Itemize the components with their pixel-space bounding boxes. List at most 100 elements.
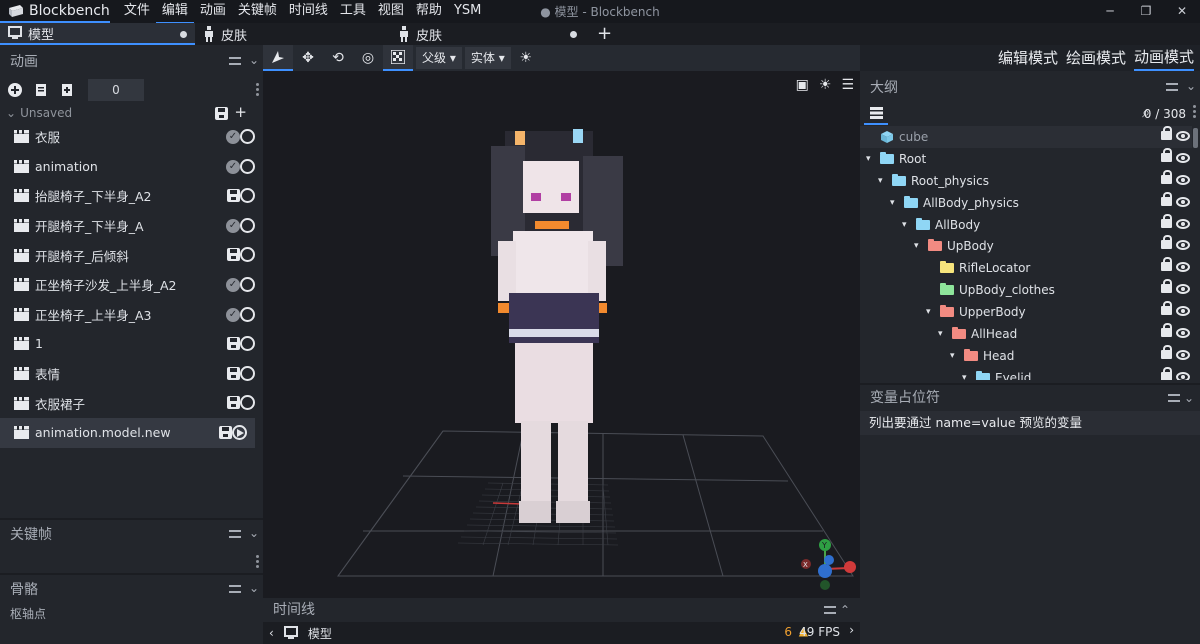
eye-icon[interactable] (1176, 349, 1190, 360)
eye-icon[interactable] (1176, 174, 1190, 185)
lock-icon[interactable] (1161, 257, 1172, 272)
menu-icon[interactable] (228, 57, 241, 65)
minimize-icon[interactable]: ─ (1092, 0, 1128, 23)
mode-animate-button[interactable]: 动画模式 (1133, 45, 1194, 71)
warning-count[interactable]: 6 (784, 625, 792, 639)
animation-list-item[interactable]: 正坐椅子_上半身_A3 ✓ (0, 300, 263, 330)
lock-icon[interactable] (1161, 344, 1172, 359)
chevron-down-icon[interactable]: ▾ (890, 198, 902, 208)
outliner-scrollbar[interactable] (1193, 128, 1198, 148)
add-icon[interactable]: + (234, 105, 247, 120)
3d-viewport[interactable]: Y X ▣ ☀ ☰ (263, 71, 860, 598)
outliner-row[interactable]: cube (860, 126, 1192, 148)
lock-icon[interactable] (1161, 301, 1172, 316)
menu-icon[interactable] (1168, 394, 1181, 402)
eye-icon[interactable] (1176, 306, 1190, 317)
translate-tool-button[interactable]: ✥ (293, 45, 323, 71)
menu-tools[interactable]: 工具 (334, 0, 372, 24)
restore-icon[interactable]: ❐ (1128, 0, 1164, 23)
outliner-row[interactable]: ▾ Eyelid (860, 366, 1192, 380)
animation-list-item[interactable]: 抬腿椅子_下半身_A2 (0, 181, 263, 211)
chevron-down-icon[interactable]: ▾ (866, 154, 878, 164)
animation-list-item[interactable]: 衣服裙子 (0, 388, 263, 418)
more-options-icon[interactable] (256, 83, 259, 98)
lock-icon[interactable] (1161, 147, 1172, 162)
chevron-down-icon[interactable]: ▾ (878, 176, 890, 186)
animation-list-item[interactable]: 开腿椅子_后倾斜 (0, 240, 263, 270)
lock-icon[interactable] (1161, 366, 1172, 380)
animation-list-item[interactable]: animation ✓ (0, 152, 263, 182)
eye-icon[interactable] (1176, 218, 1190, 229)
radio-button[interactable] (240, 276, 255, 292)
eye-icon[interactable] (1176, 328, 1190, 339)
save-all-icon[interactable] (215, 107, 229, 120)
save-icon[interactable] (227, 366, 240, 380)
chevron-down-icon[interactable]: ▾ (902, 220, 914, 230)
chevron-down-icon[interactable]: ▾ (938, 329, 950, 339)
menu-keyframe[interactable]: 关键帧 (232, 0, 283, 24)
eye-icon[interactable] (1176, 371, 1190, 380)
menu-edit[interactable]: 编辑 (155, 0, 194, 24)
pivot-tool-button[interactable]: ◎ (353, 45, 383, 71)
parent-space-dropdown[interactable]: 父级 ▾ (416, 47, 462, 69)
chevron-down-icon[interactable]: ▾ (926, 307, 938, 317)
chevron-left-icon[interactable]: ‹ (269, 626, 274, 640)
save-icon[interactable] (227, 189, 240, 203)
radio-button[interactable] (240, 306, 255, 322)
grid-snap-button[interactable] (383, 45, 413, 71)
eye-icon[interactable] (1176, 240, 1190, 251)
chevron-up-icon[interactable]: ⌃ (840, 603, 850, 617)
save-icon[interactable] (227, 248, 240, 262)
outliner-row[interactable]: ▾ Root (860, 147, 1192, 170)
menu-ysm[interactable]: YSM (448, 0, 487, 24)
x-axis-handle[interactable] (844, 561, 856, 573)
more-options-icon[interactable] (256, 555, 259, 570)
radio-button[interactable] (240, 158, 255, 174)
chevron-down-icon[interactable]: ▾ (962, 373, 974, 380)
animation-list-item[interactable]: 开腿椅子_下半身_A ✓ (0, 211, 263, 241)
radio-button[interactable] (240, 188, 255, 204)
menu-view[interactable]: 视图 (372, 0, 410, 24)
animation-list-item[interactable]: animation.model.new (0, 417, 255, 448)
add-animation-icon[interactable] (8, 83, 22, 97)
animation-list-item[interactable]: 表情 (0, 359, 263, 389)
chevron-down-icon[interactable]: ⌄ (249, 581, 259, 595)
radio-button[interactable] (240, 217, 255, 233)
chevron-down-icon[interactable]: ⌄ (6, 106, 16, 120)
eye-icon[interactable] (1176, 152, 1190, 163)
chevron-down-icon[interactable]: ⌄ (249, 53, 259, 67)
radio-button[interactable] (240, 336, 255, 352)
import-file-icon[interactable] (34, 83, 48, 97)
mode-paint-button[interactable]: 绘画模式 (1066, 46, 1126, 70)
radio-button[interactable] (240, 395, 255, 411)
lock-icon[interactable] (1161, 279, 1172, 294)
outliner-row[interactable]: ▾ UpperBody (860, 301, 1192, 323)
outliner-row[interactable]: RifleLocator (860, 257, 1192, 279)
outliner-row[interactable]: ▾ Head (860, 344, 1192, 367)
save-icon[interactable] (227, 337, 240, 351)
tab-skin-2[interactable]: 皮肤 (390, 23, 585, 45)
outliner-row[interactable]: ▾ AllHead (860, 323, 1192, 345)
lock-icon[interactable] (1161, 169, 1172, 184)
lock-icon[interactable] (1161, 126, 1172, 140)
render-mode-dropdown[interactable]: 实体 ▾ (464, 47, 511, 69)
menu-timeline[interactable]: 时间线 (283, 0, 334, 24)
menu-file[interactable]: 文件 (118, 0, 156, 24)
animation-list-item[interactable]: 正坐椅子沙发_上半身_A2 ✓ (0, 270, 263, 300)
save-icon[interactable] (227, 396, 240, 410)
radio-button[interactable] (240, 129, 255, 144)
outliner-row[interactable]: ▾ AllBody (860, 213, 1192, 236)
new-tab-plus-icon[interactable]: + (597, 23, 612, 45)
tab-skin-1[interactable]: 皮肤 (195, 23, 390, 45)
animation-list-item[interactable]: 衣服 ✓ (0, 122, 263, 152)
outliner-row[interactable]: ▾ Root_physics (860, 169, 1192, 192)
eye-icon[interactable] (1176, 196, 1190, 207)
chevron-down-icon[interactable]: ⌄ (1186, 79, 1196, 93)
rotate-tool-button[interactable]: ⟲ (323, 45, 353, 71)
animation-counter-input[interactable]: 0 (88, 79, 144, 101)
axis-gizmo[interactable]: Y X (801, 539, 856, 590)
save-icon[interactable] (219, 425, 232, 439)
menu-help[interactable]: 帮助 (410, 0, 448, 24)
chevron-down-icon[interactable]: ▾ (950, 351, 962, 361)
outliner-tab[interactable] (864, 103, 888, 125)
